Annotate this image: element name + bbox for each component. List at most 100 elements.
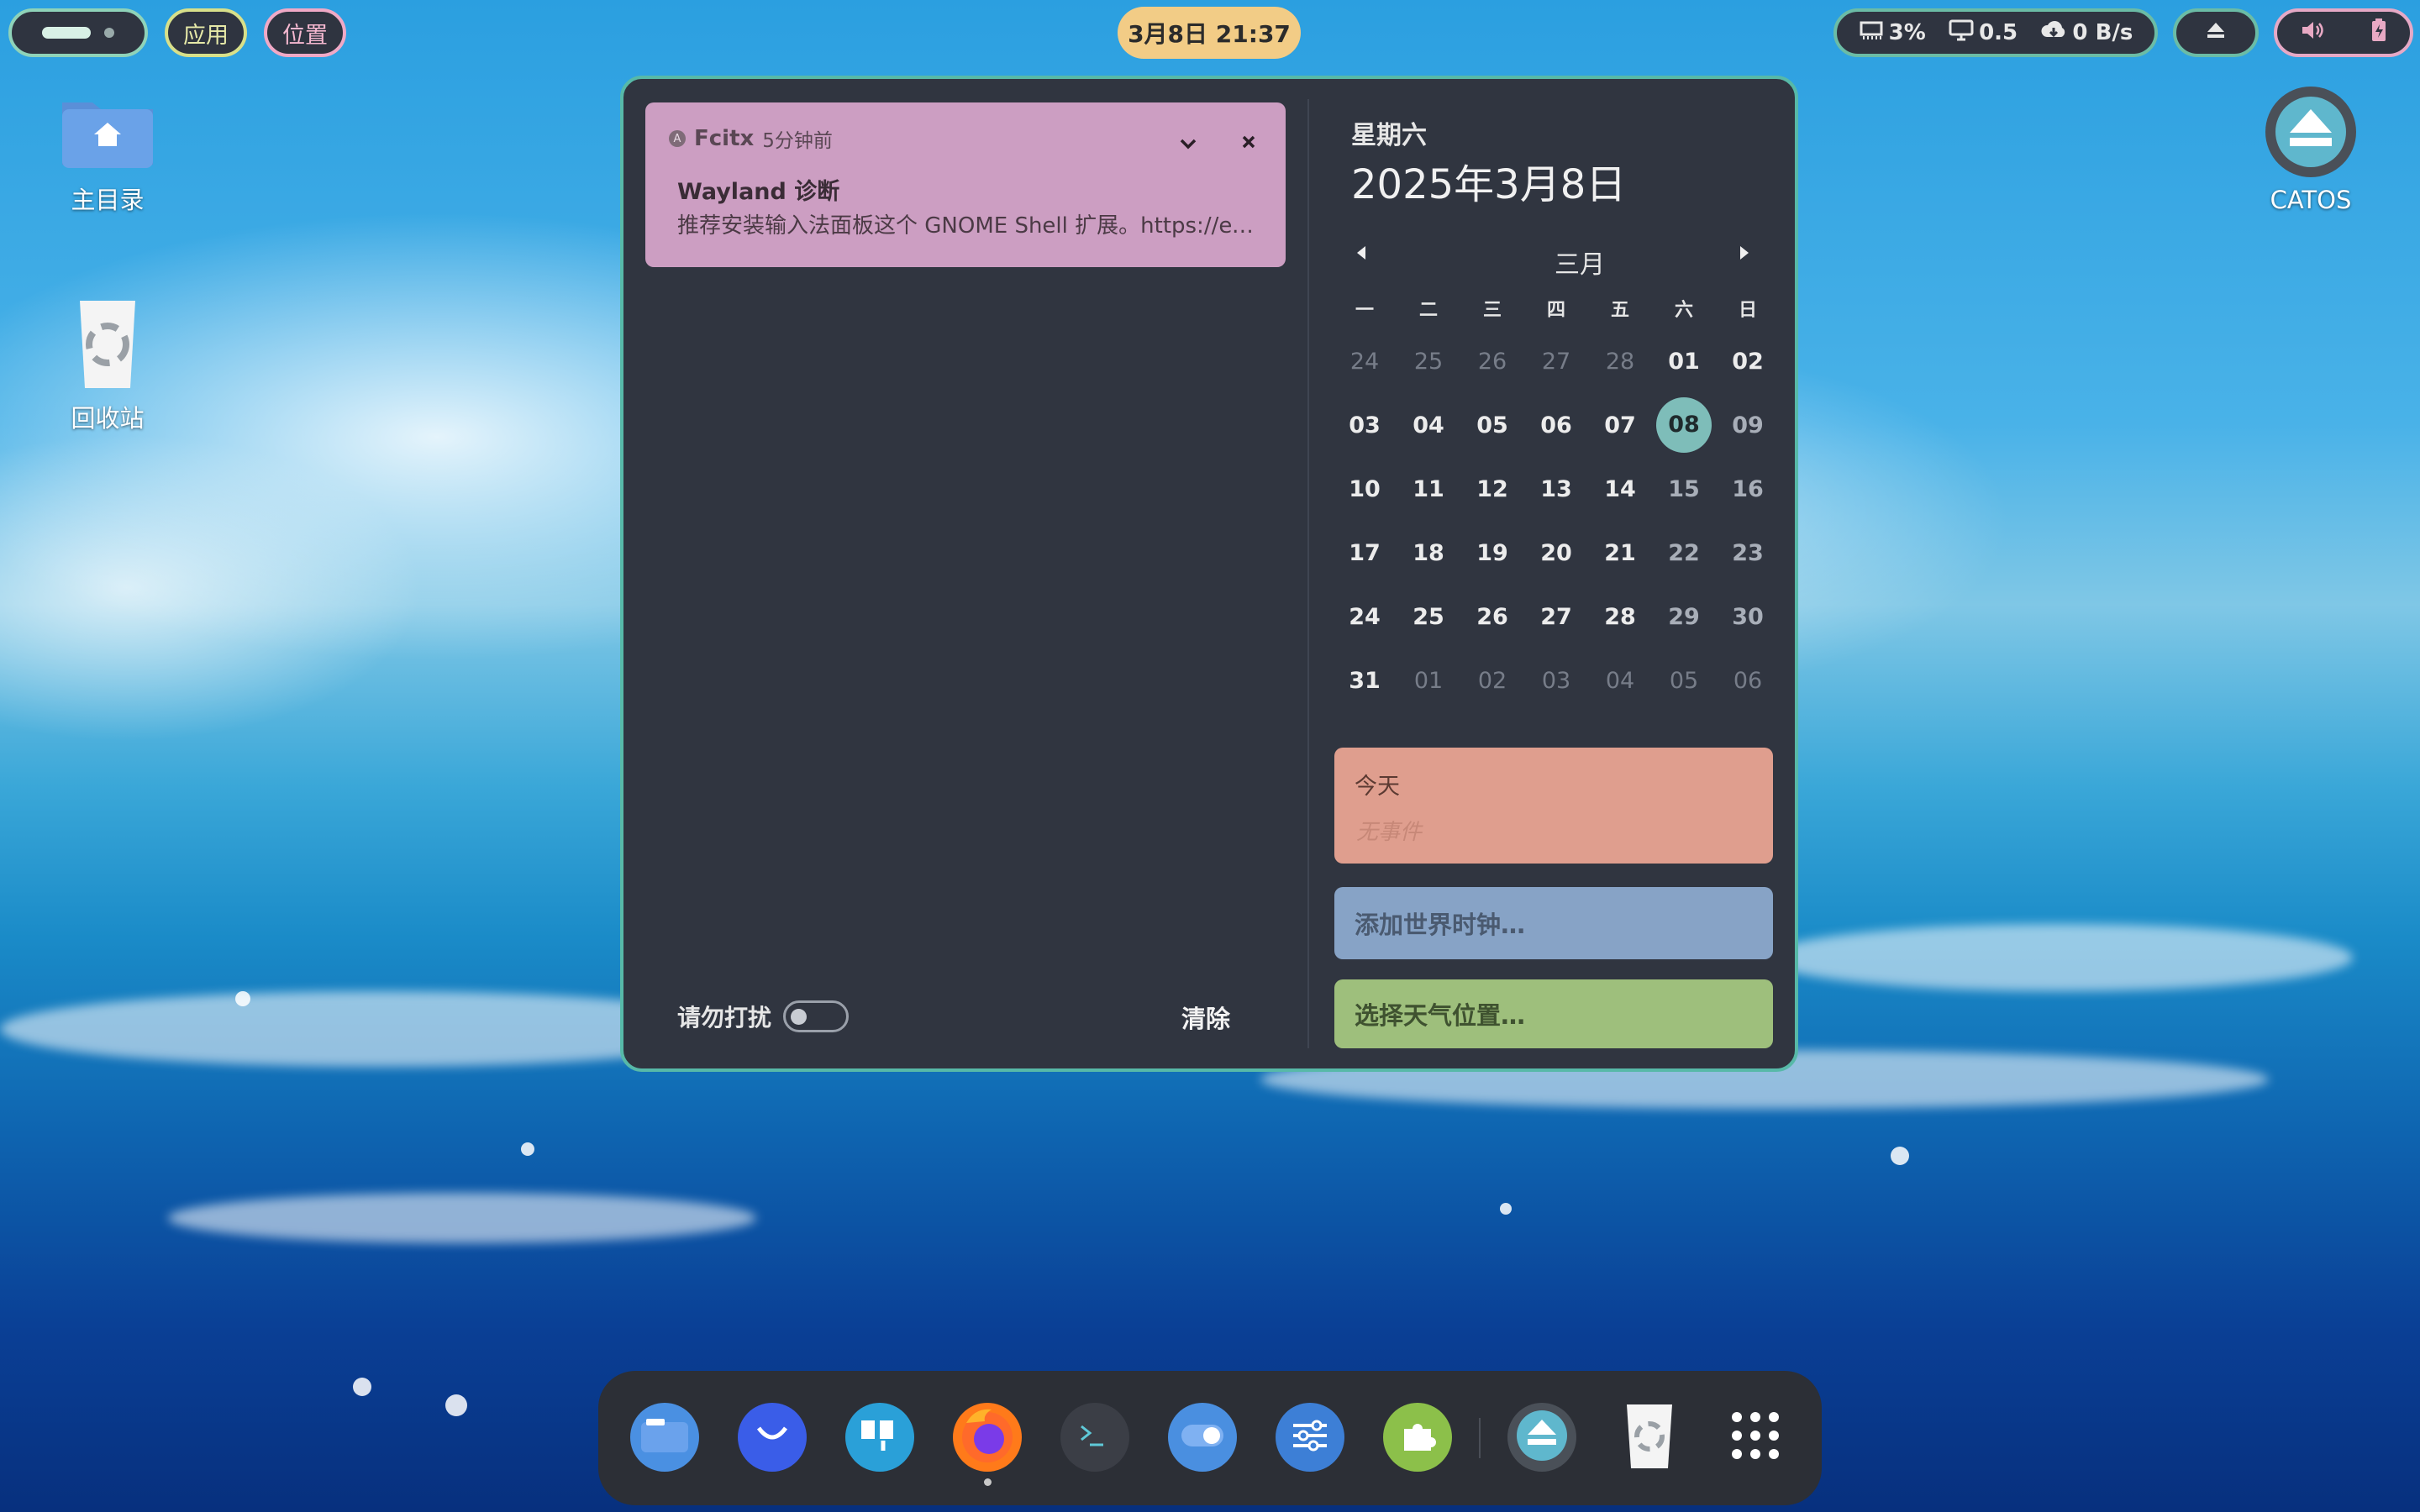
dock-separator: [1479, 1418, 1481, 1458]
calendar-day[interactable]: 09: [1716, 412, 1780, 438]
calendar-day[interactable]: 07: [1588, 412, 1652, 438]
notification-card[interactable]: A Fcitx 5分钟前 Wayland 诊断 推荐安装输入法面板这个 GNOM…: [645, 102, 1286, 267]
eject-button[interactable]: [2173, 8, 2259, 57]
trash-label: 回收站: [71, 404, 145, 433]
system-monitor[interactable]: 3% 0.5 0 B/s: [1833, 8, 2158, 57]
calendar-day[interactable]: 12: [1460, 476, 1524, 502]
do-not-disturb[interactable]: 请勿打扰: [677, 1000, 850, 1033]
calendar-day[interactable]: 31: [1333, 668, 1397, 694]
calendar-day[interactable]: 18: [1397, 540, 1460, 566]
calendar-day[interactable]: 06: [1716, 668, 1780, 694]
calendar-day[interactable]: 16: [1716, 476, 1780, 502]
home-folder-icon: [55, 102, 160, 181]
calendar-day[interactable]: 11: [1397, 476, 1460, 502]
calendar-day[interactable]: 01: [1652, 349, 1716, 375]
desktop-home-folder[interactable]: 主目录: [49, 91, 166, 216]
weather-button[interactable]: 选择天气位置…: [1334, 979, 1773, 1048]
world-clocks-button[interactable]: 添加世界时钟…: [1334, 887, 1773, 959]
calendar-day[interactable]: 10: [1333, 476, 1397, 502]
fcitx-app-icon: A: [669, 130, 686, 147]
calendar-day[interactable]: 27: [1524, 604, 1588, 630]
calendar-day[interactable]: 28: [1588, 349, 1652, 375]
dock-settings-toggle[interactable]: [1168, 1403, 1237, 1472]
calendar-week-row: 31 01 02 03 04 05 06: [1333, 648, 1780, 712]
calendar-day[interactable]: 23: [1716, 540, 1780, 566]
calendar-day[interactable]: 19: [1460, 540, 1524, 566]
calendar-day[interactable]: 26: [1460, 349, 1524, 375]
calendar-day[interactable]: 29: [1652, 604, 1716, 630]
calendar-day[interactable]: 25: [1397, 349, 1460, 375]
calendar-week-row: 24 25 26 27 28 29 30: [1333, 585, 1780, 648]
calendar-day[interactable]: 03: [1524, 668, 1588, 694]
calendar-day[interactable]: 01: [1397, 668, 1460, 694]
dock-catos[interactable]: [1507, 1403, 1576, 1472]
notification-time: 5分钟前: [762, 130, 833, 152]
desktop-catos[interactable]: CATOS: [2252, 84, 2370, 214]
dock-terminal[interactable]: [1060, 1403, 1129, 1472]
weekday-header: 五: [1610, 300, 1629, 321]
dock-firefox[interactable]: [953, 1403, 1022, 1472]
calendar-day[interactable]: 17: [1333, 540, 1397, 566]
calendar-day[interactable]: 03: [1333, 412, 1397, 438]
trash-icon: [1618, 1401, 1681, 1473]
dock-extensions[interactable]: [1383, 1403, 1452, 1472]
dock-files[interactable]: [630, 1403, 699, 1472]
calendar-day-today[interactable]: 08: [1652, 397, 1716, 453]
calendar-day[interactable]: 22: [1652, 540, 1716, 566]
calendar-day[interactable]: 24: [1333, 604, 1397, 630]
dock-tweaks[interactable]: [1276, 1403, 1344, 1472]
load-stat: 0.5: [1949, 19, 2018, 47]
system-menu-button[interactable]: [2274, 8, 2413, 57]
next-month-button[interactable]: [1738, 242, 1751, 267]
expand-notification-button[interactable]: [1170, 123, 1207, 160]
calendar-day[interactable]: 25: [1397, 604, 1460, 630]
quote-icon: [858, 1417, 902, 1457]
dnd-toggle[interactable]: [783, 1000, 850, 1032]
calendar-week-row: 03 04 05 06 07 08 09: [1333, 393, 1780, 457]
calendar-day[interactable]: 14: [1588, 476, 1652, 502]
clear-notifications-button[interactable]: 清除: [1181, 1000, 1230, 1035]
calendar-day[interactable]: 24: [1333, 349, 1397, 375]
sliders-icon: [1290, 1419, 1330, 1456]
weekday-header-row: 一 二 三 四 五 六 日: [1333, 287, 1780, 329]
dock-quotes[interactable]: [845, 1403, 914, 1472]
events-card[interactable]: 今天 无事件: [1334, 748, 1773, 864]
monitor-icon: [1949, 19, 1974, 47]
apps-menu-button[interactable]: 应用: [165, 8, 247, 57]
catos-label: CATOS: [2270, 186, 2352, 214]
calendar-day[interactable]: 20: [1524, 540, 1588, 566]
catos-logo-icon: [2263, 87, 2359, 186]
calendar-day[interactable]: 15: [1652, 476, 1716, 502]
calendar-week-row: 24 25 26 27 28 01 02: [1333, 329, 1780, 393]
calendar-day[interactable]: 27: [1524, 349, 1588, 375]
events-empty-text: 无事件: [1356, 820, 1423, 845]
calendar-day[interactable]: 21: [1588, 540, 1652, 566]
weekday-header: 二: [1418, 300, 1438, 321]
close-icon: [1241, 128, 1256, 155]
dock-trash[interactable]: [1615, 1403, 1684, 1472]
calendar-day[interactable]: 30: [1716, 604, 1780, 630]
catos-logo-icon: [1512, 1406, 1571, 1468]
calendar-day[interactable]: 02: [1460, 668, 1524, 694]
calendar-day[interactable]: 02: [1716, 349, 1780, 375]
calendar-day[interactable]: 28: [1588, 604, 1652, 630]
chevron-down-icon: [1179, 128, 1197, 155]
clock-button[interactable]: 3月8日 21:37: [1118, 7, 1301, 59]
calendar-day[interactable]: 26: [1460, 604, 1524, 630]
calendar-day[interactable]: 04: [1397, 412, 1460, 438]
previous-month-button[interactable]: [1355, 242, 1368, 267]
calendar-day[interactable]: 13: [1524, 476, 1588, 502]
places-menu-button[interactable]: 位置: [264, 8, 346, 57]
calendar-day[interactable]: 06: [1524, 412, 1588, 438]
month-label: 三月: [1555, 250, 1605, 280]
calendar-day[interactable]: 05: [1460, 412, 1524, 438]
network-stat: 0 B/s: [2040, 20, 2133, 46]
calendar-day[interactable]: 04: [1588, 668, 1652, 694]
dock-show-apps[interactable]: [1721, 1403, 1790, 1472]
panel-divider: [1307, 99, 1309, 1048]
dock-software[interactable]: [738, 1403, 807, 1472]
activities-button[interactable]: [8, 8, 148, 57]
close-notification-button[interactable]: [1230, 123, 1267, 160]
desktop-trash[interactable]: 回收站: [49, 296, 166, 434]
calendar-day[interactable]: 05: [1652, 668, 1716, 694]
